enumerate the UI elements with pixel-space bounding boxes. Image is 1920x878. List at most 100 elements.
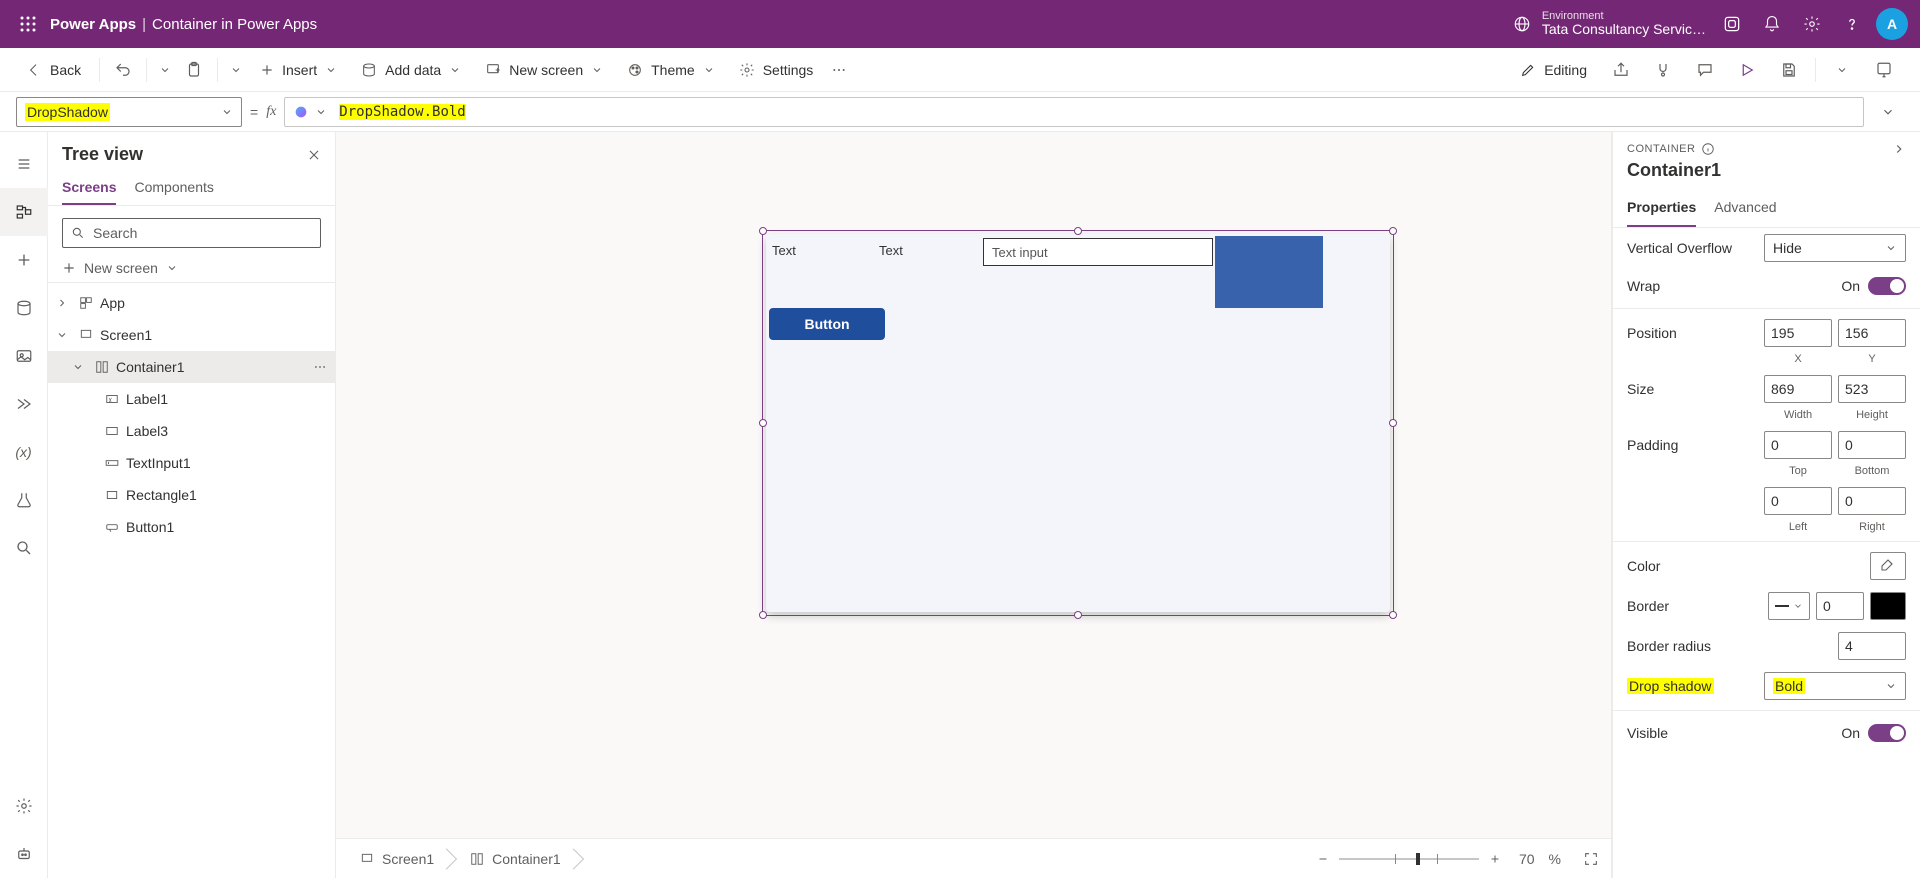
canvas-button[interactable]: Button — [769, 308, 885, 340]
tree-node-label1[interactable]: Label1 — [48, 383, 335, 415]
padding-right-input[interactable]: 0 — [1838, 487, 1906, 515]
app-launcher-icon[interactable] — [12, 8, 44, 40]
rail-settings-icon[interactable] — [0, 782, 48, 830]
resize-handle[interactable] — [1074, 611, 1082, 619]
tree-node-container1[interactable]: Container1 — [48, 351, 335, 383]
save-icon[interactable] — [1769, 54, 1809, 86]
wrap-toggle[interactable] — [1868, 277, 1906, 295]
canvas-textinput[interactable]: Text input — [983, 238, 1213, 266]
info-icon[interactable] — [1701, 142, 1715, 156]
border-radius-input[interactable]: 4 — [1838, 632, 1906, 660]
environment-icon[interactable] — [1502, 8, 1542, 40]
share-icon[interactable] — [1601, 54, 1641, 86]
formula-input[interactable]: DropShadow.Bold — [284, 97, 1864, 127]
wrap-on-label: On — [1841, 278, 1860, 294]
resize-handle[interactable] — [759, 611, 767, 619]
save-dropdown[interactable] — [1822, 54, 1862, 86]
resize-handle[interactable] — [759, 227, 767, 235]
rail-treeview-icon[interactable] — [0, 188, 48, 236]
preview-icon[interactable] — [1727, 54, 1767, 86]
rail-insert-icon[interactable] — [0, 236, 48, 284]
canvas-label1[interactable]: Text — [772, 243, 796, 258]
tree-node-button1[interactable]: Button1 — [48, 511, 335, 543]
undo-dropdown[interactable] — [155, 54, 175, 86]
tree-node-label3[interactable]: Label3 — [48, 415, 335, 447]
zoom-slider[interactable] — [1339, 858, 1479, 860]
tree-new-screen-button[interactable]: New screen — [48, 254, 335, 283]
tab-advanced[interactable]: Advanced — [1714, 195, 1776, 227]
tree-node-rectangle1[interactable]: Rectangle1 — [48, 479, 335, 511]
border-style-select[interactable] — [1768, 592, 1810, 620]
paste-button[interactable] — [179, 54, 209, 86]
publish-icon[interactable] — [1864, 54, 1904, 86]
visible-toggle[interactable] — [1868, 724, 1906, 742]
paste-dropdown[interactable] — [226, 54, 246, 86]
add-data-button[interactable]: Add data — [351, 54, 471, 86]
rail-media-icon[interactable] — [0, 332, 48, 380]
tree-node-textinput1[interactable]: TextInput1 — [48, 447, 335, 479]
canvas-rectangle[interactable] — [1215, 236, 1323, 308]
tab-components[interactable]: Components — [134, 175, 213, 205]
help-icon[interactable] — [1832, 8, 1872, 40]
rail-data-icon[interactable] — [0, 284, 48, 332]
drop-shadow-select[interactable]: Bold — [1764, 672, 1906, 700]
resize-handle[interactable] — [1389, 419, 1397, 427]
comments-icon[interactable] — [1685, 54, 1725, 86]
undo-button[interactable] — [108, 54, 138, 86]
settings-button[interactable]: Settings — [729, 54, 824, 86]
size-height-input[interactable]: 523 — [1838, 375, 1906, 403]
resize-handle[interactable] — [1389, 227, 1397, 235]
breadcrumb-container[interactable]: Container1 — [458, 845, 573, 873]
fit-screen-icon[interactable] — [1583, 851, 1599, 867]
app-checker-icon[interactable] — [1643, 54, 1683, 86]
resize-handle[interactable] — [759, 419, 767, 427]
insert-button[interactable]: Insert — [250, 54, 347, 86]
rail-hamburger-icon[interactable] — [0, 140, 48, 188]
rail-tests-icon[interactable] — [0, 476, 48, 524]
padding-left-input[interactable]: 0 — [1764, 487, 1832, 515]
copilot-icon[interactable] — [1712, 8, 1752, 40]
padding-top-input[interactable]: 0 — [1764, 431, 1832, 459]
size-width-input[interactable]: 869 — [1764, 375, 1832, 403]
property-selector[interactable]: DropShadow — [16, 97, 242, 127]
close-panel-icon[interactable] — [307, 148, 321, 162]
border-color-picker[interactable] — [1870, 592, 1906, 620]
panel-expand-icon[interactable] — [1892, 142, 1906, 156]
zoom-in-icon[interactable] — [1489, 853, 1501, 865]
settings-icon[interactable] — [1792, 8, 1832, 40]
zoom-out-icon[interactable] — [1317, 853, 1329, 865]
rail-virtualagent-icon[interactable] — [0, 830, 48, 878]
environment-picker[interactable]: Environment Tata Consultancy Servic… — [1542, 10, 1706, 37]
padding-bottom-input[interactable]: 0 — [1838, 431, 1906, 459]
copilot-fx-icon[interactable] — [293, 104, 309, 120]
tree-node-screen1[interactable]: Screen1 — [48, 319, 335, 351]
resize-handle[interactable] — [1389, 611, 1397, 619]
overflow-button[interactable] — [827, 54, 851, 86]
resize-handle[interactable] — [1074, 227, 1082, 235]
position-x-input[interactable]: 195 — [1764, 319, 1832, 347]
tab-properties[interactable]: Properties — [1627, 195, 1696, 227]
tree-search-input[interactable]: Search — [62, 218, 321, 248]
rail-powerautomate-icon[interactable] — [0, 380, 48, 428]
border-width-input[interactable]: 0 — [1816, 592, 1864, 620]
node-more-icon[interactable] — [313, 360, 327, 374]
position-y-input[interactable]: 156 — [1838, 319, 1906, 347]
editing-mode-button[interactable]: Editing — [1510, 54, 1597, 86]
formula-expand-icon[interactable] — [1872, 97, 1904, 127]
prop-border-radius-label: Border radius — [1627, 638, 1711, 654]
tab-screens[interactable]: Screens — [62, 175, 116, 205]
tree-node-app[interactable]: App — [48, 287, 335, 319]
user-avatar[interactable]: A — [1876, 8, 1908, 40]
new-screen-button[interactable]: New screen — [475, 54, 613, 86]
color-picker[interactable] — [1870, 552, 1906, 580]
breadcrumb-screen[interactable]: Screen1 — [348, 845, 446, 873]
theme-button[interactable]: Theme — [617, 54, 725, 86]
rail-variables-icon[interactable]: (x) — [0, 428, 48, 476]
canvas-label3[interactable]: Text — [879, 243, 903, 258]
back-button[interactable]: Back — [16, 54, 91, 86]
control-type-label: CONTAINER — [1627, 143, 1695, 155]
notifications-icon[interactable] — [1752, 8, 1792, 40]
prop-vertical-overflow-select[interactable]: Hide — [1764, 234, 1906, 262]
rail-search-icon[interactable] — [0, 524, 48, 572]
canvas[interactable]: Text Text Text input Button — [336, 132, 1611, 838]
